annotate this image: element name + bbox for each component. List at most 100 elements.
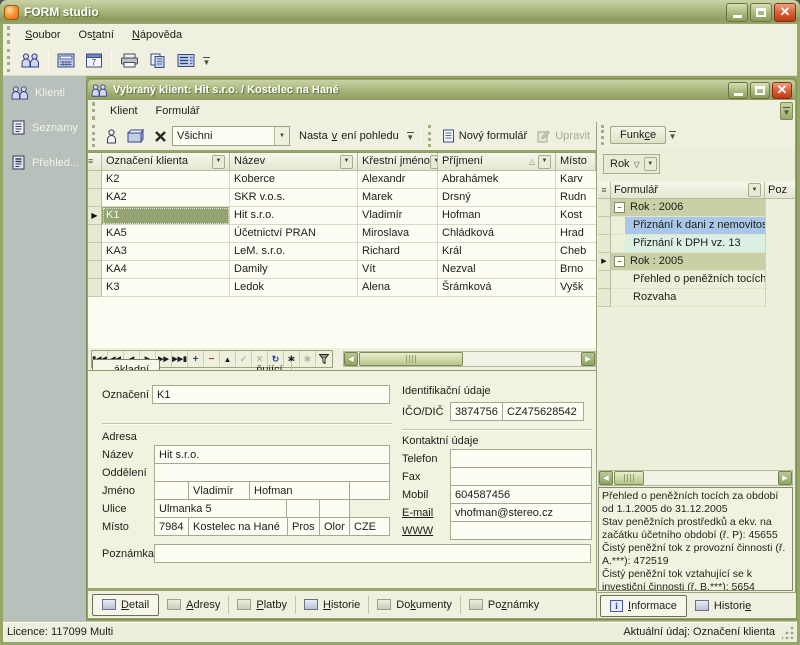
toolbar-overflow-button[interactable]: ▼ bbox=[200, 52, 213, 70]
resize-grip[interactable] bbox=[782, 626, 795, 639]
person-filter-button[interactable] bbox=[101, 127, 122, 146]
poznamka-field[interactable] bbox=[154, 544, 591, 563]
tab-poznamky[interactable]: Poznámky bbox=[461, 596, 547, 614]
cell[interactable]: Vyšk bbox=[556, 279, 596, 297]
scroll-right-arrow[interactable]: ▶ bbox=[778, 471, 792, 485]
column-filter-button[interactable]: ▼ bbox=[212, 155, 225, 169]
grid-row[interactable]: KA3 LeM. s.r.o. Richard Král Cheb bbox=[88, 243, 596, 261]
fax-field[interactable] bbox=[450, 467, 592, 486]
cell[interactable]: Nezval bbox=[438, 261, 556, 279]
cell[interactable]: Ledok bbox=[230, 279, 358, 297]
cell[interactable]: SKR v.o.s. bbox=[230, 189, 358, 207]
tree-item-row[interactable]: Přiznání k DPH vz. 13 bbox=[598, 235, 795, 253]
misto-field[interactable] bbox=[188, 517, 288, 536]
cell-selected[interactable]: K1 bbox=[102, 207, 230, 225]
clients-toolbar-button[interactable] bbox=[16, 51, 45, 70]
scroll-thumb[interactable] bbox=[614, 471, 644, 485]
column-filter-button[interactable]: ▼ bbox=[430, 155, 438, 169]
filter-combobox[interactable]: Všichni ▼ bbox=[172, 126, 290, 146]
cell[interactable]: Kost bbox=[556, 207, 596, 225]
collapse-icon[interactable]: − bbox=[614, 256, 625, 267]
grid-row[interactable]: KA5 Účetnictví PRAN Miroslava Chládková … bbox=[88, 225, 596, 243]
copy-toolbar-button[interactable] bbox=[144, 51, 172, 70]
tree-group-row[interactable]: ▶ − Rok : 2005 bbox=[598, 253, 795, 271]
cell[interactable]: Účetnictví PRAN bbox=[230, 225, 358, 243]
tree-item-row[interactable]: Přehled o peněžních tocích bbox=[598, 271, 795, 289]
client-close-button[interactable]: ✕ bbox=[772, 82, 792, 99]
form-item-label[interactable]: Přiznání k dani z nemovitostí vz bbox=[625, 217, 765, 234]
funkce-button[interactable]: Funkce bbox=[610, 126, 666, 144]
oznaceni-field[interactable] bbox=[152, 385, 390, 404]
cell[interactable]: Král bbox=[438, 243, 556, 261]
forms-horizontal-scrollbar[interactable]: ◀ ▶ bbox=[598, 470, 793, 486]
cell[interactable]: LeM. s.r.o. bbox=[230, 243, 358, 261]
ico-field[interactable] bbox=[450, 402, 503, 421]
menu-napoveda[interactable]: Nápověda bbox=[123, 26, 191, 44]
ulice3-field[interactable] bbox=[319, 499, 350, 518]
email-link-label[interactable]: E-mail bbox=[402, 507, 433, 519]
dic-field[interactable] bbox=[502, 402, 584, 421]
nazev-field[interactable] bbox=[154, 445, 390, 464]
nav-last-button[interactable]: ▶▶▮ bbox=[172, 351, 188, 367]
cell[interactable]: Šrámková bbox=[438, 279, 556, 297]
tab-informace[interactable]: i Informace bbox=[600, 595, 687, 617]
cell[interactable]: Cheb bbox=[556, 243, 596, 261]
combobox-dropdown-button[interactable]: ▼ bbox=[274, 127, 289, 145]
kraj-field[interactable] bbox=[319, 517, 350, 536]
sidebar-item-klienti[interactable]: Klienti bbox=[3, 76, 86, 110]
edit-button[interactable]: Upravit bbox=[532, 128, 595, 145]
cell[interactable]: Damily bbox=[230, 261, 358, 279]
column-filter-button[interactable]: ▼ bbox=[340, 155, 353, 169]
tab-platby[interactable]: Platby bbox=[229, 596, 296, 614]
cell[interactable]: Marek bbox=[358, 189, 438, 207]
tab-historie[interactable]: Historie bbox=[296, 596, 369, 614]
column-header-prijmeni[interactable]: Příjmení △ ▼ bbox=[438, 153, 556, 171]
cell[interactable]: Koberce bbox=[230, 171, 358, 189]
ulice2-field[interactable] bbox=[286, 499, 320, 518]
view-settings-button[interactable]: Nastavení pohledu bbox=[294, 128, 404, 144]
tab-dokumenty[interactable]: Dokumenty bbox=[369, 596, 461, 614]
nav-goto-bookmark-button[interactable]: ∗ bbox=[300, 351, 316, 367]
sidebar-item-prehled[interactable]: Přehled... bbox=[3, 145, 86, 180]
email-field[interactable] bbox=[450, 503, 592, 522]
tab-historie-panel[interactable]: Historie bbox=[687, 597, 759, 615]
column-header-formular[interactable]: Formulář ▼ bbox=[611, 182, 765, 199]
jmeno-field[interactable] bbox=[188, 481, 250, 500]
menu-ostatni[interactable]: Ostatní bbox=[69, 26, 122, 44]
scroll-left-arrow[interactable]: ◀ bbox=[344, 352, 358, 366]
titul-pred-field[interactable] bbox=[154, 481, 189, 500]
toolbar-grip[interactable] bbox=[92, 125, 97, 147]
scroll-thumb[interactable] bbox=[359, 352, 463, 366]
maximize-button[interactable] bbox=[750, 3, 772, 22]
ulice-field[interactable] bbox=[154, 499, 287, 518]
cell[interactable]: Alena bbox=[358, 279, 438, 297]
list-toolbar-button[interactable] bbox=[172, 51, 200, 70]
close-button[interactable]: ✕ bbox=[774, 3, 796, 22]
tree-item-row[interactable]: Rozvaha bbox=[598, 289, 795, 307]
stat-field[interactable] bbox=[349, 517, 390, 536]
cell[interactable]: Hofman bbox=[438, 207, 556, 225]
tab-adresy[interactable]: Adresy bbox=[159, 596, 229, 614]
menu-soubor[interactable]: Soubor bbox=[16, 26, 69, 44]
oddeleni-field[interactable] bbox=[154, 463, 390, 482]
sort-dropdown-button[interactable]: ▼ bbox=[644, 157, 657, 171]
cell[interactable]: Drsný bbox=[438, 189, 556, 207]
menubar-grip[interactable] bbox=[92, 102, 97, 120]
www-link-label[interactable]: WWW bbox=[402, 525, 433, 537]
cell[interactable]: Richard bbox=[358, 243, 438, 261]
toolbar-grip[interactable] bbox=[428, 125, 433, 147]
archive-button[interactable] bbox=[122, 127, 149, 145]
grid-row[interactable]: KA4 Damily Vít Nezval Brno bbox=[88, 261, 596, 279]
form-item-label[interactable]: Přehled o peněžních tocích bbox=[625, 271, 765, 288]
cell[interactable]: KA5 bbox=[102, 225, 230, 243]
menubar-overflow-button[interactable]: ▼ bbox=[780, 102, 793, 120]
column-header-nazev[interactable]: Název ▼ bbox=[230, 153, 358, 171]
toolbar-grip[interactable] bbox=[601, 125, 606, 146]
cell[interactable]: KA4 bbox=[102, 261, 230, 279]
cell[interactable]: KA2 bbox=[102, 189, 230, 207]
collapse-icon[interactable]: − bbox=[614, 202, 625, 213]
column-filter-button[interactable]: ▼ bbox=[538, 155, 551, 169]
cell[interactable]: K2 bbox=[102, 171, 230, 189]
prijmeni-field[interactable] bbox=[249, 481, 350, 500]
grid-row[interactable]: K3 Ledok Alena Šrámková Vyšk bbox=[88, 279, 596, 297]
